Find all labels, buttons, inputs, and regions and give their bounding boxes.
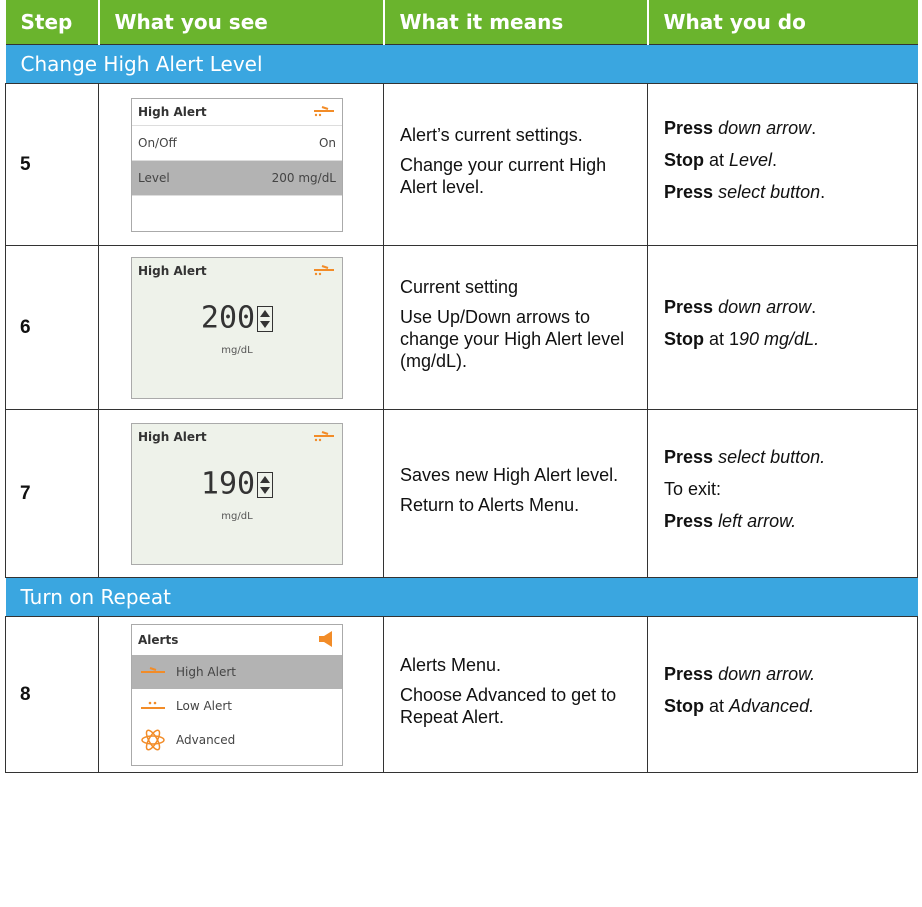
unit-label: mg/dL: [221, 510, 253, 522]
table-row: 8 Alerts High Alert Low Alert Advanced A…: [5, 616, 918, 773]
step-number: 5: [5, 83, 99, 246]
setting-label: Level: [138, 170, 170, 185]
menu-item-label: Advanced: [176, 732, 236, 747]
meaning-text: Saves new High Alert level.: [400, 464, 619, 485]
empty-row: [132, 194, 342, 230]
meaning-text: Use Up/Down arrows to change your High A…: [400, 306, 625, 371]
section-title-change-high-alert: Change High Alert Level: [5, 44, 918, 84]
setting-label: On/Off: [138, 135, 177, 150]
header-step: Step: [5, 0, 100, 45]
header-what-it-means: What it means: [383, 0, 649, 45]
meaning-text: Change your current High Alert level.: [400, 154, 607, 197]
up-down-arrows-icon: [257, 471, 274, 498]
device-screen: High Alert On/Off On Level 200 mg/dL: [131, 97, 343, 232]
instruction-table-container: Step What you see What it means What you…: [5, 0, 918, 773]
action-line: To exit:: [664, 478, 722, 499]
device-screen: Alerts High Alert Low Alert Advanced: [131, 623, 343, 766]
device-screen: High Alert 190 mg/dL: [131, 422, 343, 565]
action-line: Press down arrow.: [664, 663, 816, 684]
action-cell: Press down arrow. Stop at Advanced.: [647, 616, 918, 773]
table-header-row: Step What you see What it means What you…: [5, 0, 918, 45]
menu-item-high-alert: High Alert: [132, 654, 342, 689]
screen-cell: High Alert 190 mg/dL: [98, 409, 384, 578]
meaning-text: Choose Advanced to get to Repeat Alert.: [400, 684, 617, 727]
action-line: Stop at Advanced.: [664, 695, 815, 716]
step-number: 7: [5, 409, 99, 578]
setting-value-display: 200: [200, 300, 256, 335]
menu-item-label: High Alert: [176, 664, 236, 679]
table-row: 6 High Alert 200 mg/dL Current setting U…: [5, 245, 918, 410]
setting-row-on-off: On/Off On: [132, 124, 342, 160]
section-title-turn-on-repeat: Turn on Repeat: [5, 577, 918, 617]
action-line: Press select button.: [664, 181, 826, 202]
header-what-you-see: What you see: [98, 0, 385, 45]
speaker-icon: [319, 630, 332, 647]
section-row: Change High Alert Level: [5, 44, 918, 84]
screen-title: High Alert: [138, 263, 207, 278]
high-alert-icon: [314, 105, 334, 116]
setting-value-display: 190: [200, 466, 256, 501]
action-line: Stop at 190 mg/dL.: [664, 328, 820, 349]
meaning-text: Return to Alerts Menu.: [400, 494, 580, 515]
screen-cell: Alerts High Alert Low Alert Advanced: [98, 616, 384, 773]
screen-title: High Alert: [138, 429, 207, 444]
meaning-cell: Current setting Use Up/Down arrows to ch…: [383, 245, 648, 410]
high-alert-icon: [314, 264, 334, 275]
setting-value: 200 mg/dL: [271, 170, 336, 185]
high-alert-icon: [314, 430, 334, 441]
step-number: 8: [5, 616, 99, 773]
low-alert-icon: [141, 701, 165, 709]
menu-item-low-alert: Low Alert: [132, 689, 342, 723]
screen-title: High Alert: [138, 104, 207, 119]
action-cell: Press down arrow. Stop at Level. Press s…: [647, 83, 918, 246]
header-what-you-do: What you do: [647, 0, 918, 45]
action-line: Press down arrow.: [664, 117, 817, 138]
device-screen: High Alert 200 mg/dL: [131, 256, 343, 399]
meaning-cell: Alert’s current settings. Change your cu…: [383, 83, 648, 246]
screen-cell: High Alert 200 mg/dL: [98, 245, 384, 410]
unit-label: mg/dL: [221, 344, 253, 356]
up-down-arrows-icon: [257, 305, 274, 332]
menu-item-label: Low Alert: [176, 698, 233, 713]
advanced-icon: [141, 729, 165, 750]
action-line: Press down arrow.: [664, 296, 817, 317]
meaning-cell: Saves new High Alert level. Return to Al…: [383, 409, 648, 578]
screen-cell: High Alert On/Off On Level 200 mg/dL: [98, 83, 384, 246]
step-number: 6: [5, 245, 99, 410]
setting-row-level: Level 200 mg/dL: [132, 159, 342, 195]
action-line: Press select button.: [664, 446, 826, 467]
high-alert-icon: [141, 666, 165, 673]
meaning-cell: Alerts Menu. Choose Advanced to get to R…: [383, 616, 648, 773]
meaning-text: Alerts Menu.: [400, 654, 502, 675]
action-line: Stop at Level.: [664, 149, 778, 170]
section-row: Turn on Repeat: [5, 577, 918, 617]
screen-title: Alerts: [138, 632, 179, 647]
action-cell: Press down arrow. Stop at 190 mg/dL.: [647, 245, 918, 410]
action-line: Press left arrow.: [664, 510, 797, 531]
setting-value: On: [318, 135, 336, 150]
instruction-table: Step What you see What it means What you…: [5, 0, 918, 773]
table-row: 5 High Alert On/Off On Level 200 mg/dL Ale…: [5, 83, 918, 246]
menu-item-advanced: Advanced: [132, 723, 342, 757]
meaning-text: Alert’s current settings.: [400, 124, 583, 145]
action-cell: Press select button. To exit: Press left…: [647, 409, 918, 578]
table-row: 7 High Alert 190 mg/dL Saves new High Al…: [5, 409, 918, 578]
meaning-text: Current setting: [400, 276, 519, 297]
